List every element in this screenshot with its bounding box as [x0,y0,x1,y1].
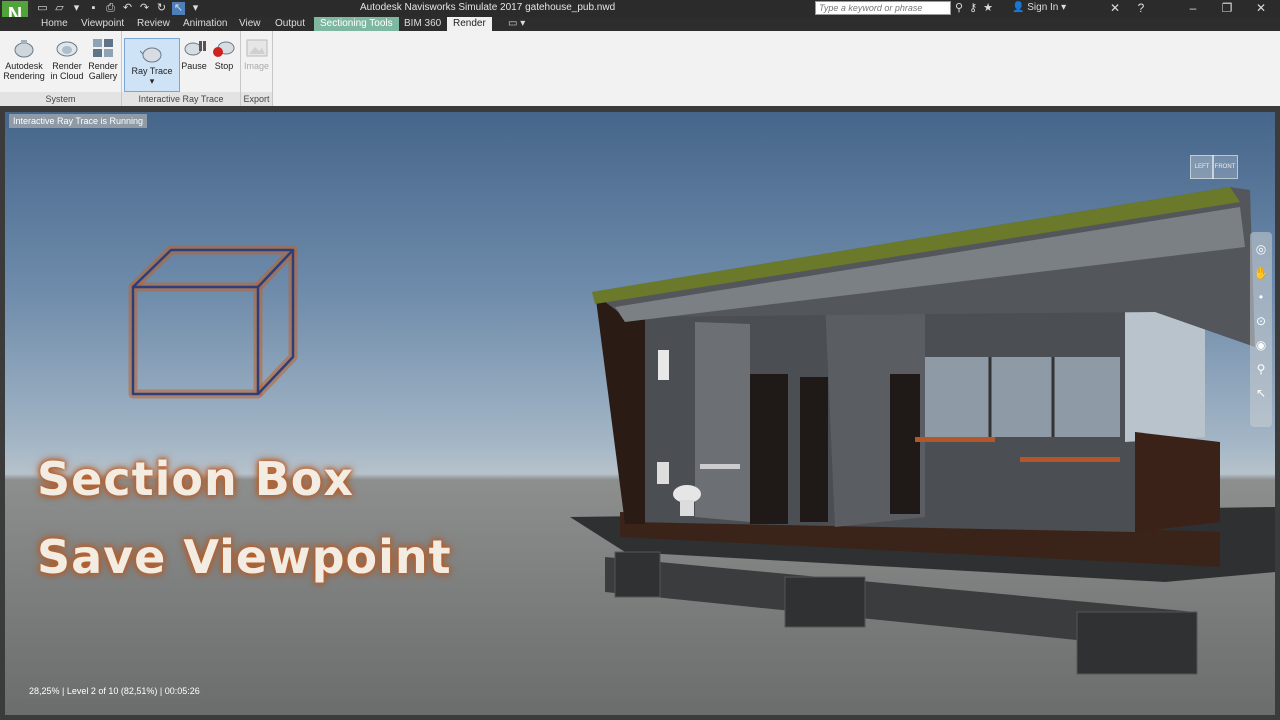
image-icon [245,37,269,59]
render-gallery-button[interactable]: Render Gallery [86,34,120,81]
look-icon[interactable]: ◉ [1250,338,1272,352]
binoculars-icon[interactable]: ⚲ [955,1,963,14]
render-progress-status: 28,25% | Level 2 of 10 (82,51%) | 00:05:… [25,684,204,698]
render-in-cloud-label: Render in Cloud [50,61,84,81]
walk-icon[interactable]: ⚲ [1250,362,1272,376]
ray-trace-dropdown-icon[interactable]: ▾ [125,76,179,86]
ray-trace-teapot-icon [139,42,164,64]
select-cursor-icon[interactable]: ↖ [172,2,185,15]
search-input[interactable]: Type a keyword or phrase [815,1,951,15]
panel-title-interactive-ray-trace: Interactive Ray Trace [122,92,240,106]
render-in-cloud-button[interactable]: Render in Cloud [48,34,86,81]
redo-icon[interactable]: ↷ [138,2,151,15]
tab-view[interactable]: View [233,17,267,31]
titlebar-icons: ⚲ ⚷ ★ [955,1,993,14]
panel-title-system: System [0,92,121,106]
pause-teapot-icon [182,37,206,59]
tab-home[interactable]: Home [35,17,74,31]
tab-animation[interactable]: Animation [177,17,233,31]
tab-review[interactable]: Review [131,17,176,31]
window-title: Autodesk Navisworks Simulate 2017 gateho… [360,2,616,13]
sign-in-button[interactable]: 👤 Sign In ▾ [1012,2,1066,13]
refresh-icon[interactable]: ↻ [155,2,168,15]
pause-button[interactable]: Pause [180,34,208,71]
stop-label: Stop [214,61,234,71]
new-icon[interactable]: ▭ [36,2,49,15]
help-icon[interactable]: ? [1124,0,1158,17]
viewcube-front-face[interactable]: FRONT [1212,155,1238,179]
pause-label: Pause [181,61,207,71]
panel-interactive-ray-trace: Ray Trace ▾ Pause Stop Interactive Ray T… [122,31,241,106]
open-icon[interactable]: ▱ [53,2,66,15]
orbit-icon[interactable]: ⊙ [1250,314,1272,328]
panel-export: Image Export [241,31,273,106]
tab-viewpoint[interactable]: Viewpoint [75,17,130,31]
undo-icon[interactable]: ↶ [121,2,134,15]
pan-hand-icon[interactable]: ✋ [1250,266,1272,280]
navigation-bar: ◎ ✋ • ⊙ ◉ ⚲ ↖ [1250,232,1272,427]
tab-render[interactable]: Render [447,17,492,31]
scene-viewport[interactable]: Section Box Save Viewpoint Interactive R… [5,112,1275,715]
viewcube-left-face[interactable]: LEFT [1190,155,1214,179]
print-icon[interactable]: ⎙ [104,2,117,15]
ray-trace-label: Ray Trace [131,66,173,76]
stop-teapot-icon [212,37,236,59]
render-gallery-label: Render Gallery [88,61,118,81]
ray-trace-button[interactable]: Ray Trace ▾ [124,38,180,92]
zoom-icon[interactable]: • [1250,290,1272,304]
select-arrow-icon[interactable]: ↖ [1250,386,1272,400]
ribbon: Autodesk Rendering Render in Cloud Rende… [0,31,1280,107]
restore-button[interactable]: ❐ [1210,0,1244,17]
autodesk-rendering-button[interactable]: Autodesk Rendering [3,34,45,81]
building-render [570,187,1275,675]
key-icon[interactable]: ⚷ [969,1,977,14]
section-box-icon [128,245,298,399]
export-image-button[interactable]: Image [242,34,271,71]
cloud-render-icon [55,37,79,59]
ribbon-minimize-icon[interactable]: ▭ ▾ [502,17,531,31]
star-icon[interactable]: ★ [983,1,993,14]
stop-button[interactable]: Stop [210,34,238,71]
customize-qat-icon[interactable]: ▾ [189,2,202,15]
overlay-title-section-box: Section Box [37,452,355,506]
overlay-title-save-viewpoint: Save Viewpoint [37,530,452,584]
save-icon[interactable]: ▪ [87,2,100,15]
title-bar: N ▭ ▱ ▾ ▪ ⎙ ↶ ↷ ↻ ↖ ▾ Autodesk Naviswork… [0,0,1280,32]
tab-sectioning-tools[interactable]: Sectioning Tools [314,17,399,31]
steering-wheel-icon[interactable]: ◎ [1250,242,1272,256]
close-button[interactable]: ✕ [1244,0,1278,17]
panel-system: Autodesk Rendering Render in Cloud Rende… [0,31,122,106]
teapot-render-icon [12,37,36,59]
dropdown-icon[interactable]: ▾ [70,2,83,15]
export-image-label: Image [243,61,269,71]
ray-trace-running-label: Interactive Ray Trace is Running [9,114,148,128]
panel-title-export: Export [241,92,272,106]
sign-in-label: Sign In [1027,2,1059,13]
minimize-button[interactable]: – [1176,0,1210,17]
viewcube[interactable]: LEFT FRONT [1190,149,1238,181]
quick-access-toolbar: ▭ ▱ ▾ ▪ ⎙ ↶ ↷ ↻ ↖ ▾ [36,1,202,16]
tab-bim-360[interactable]: BIM 360 [398,17,447,31]
autodesk-rendering-label: Autodesk Rendering [3,61,45,81]
tab-output[interactable]: Output [269,17,311,31]
gallery-icon [91,37,115,59]
ribbon-tabs: Home Viewpoint Review Animation View Out… [0,17,1280,31]
